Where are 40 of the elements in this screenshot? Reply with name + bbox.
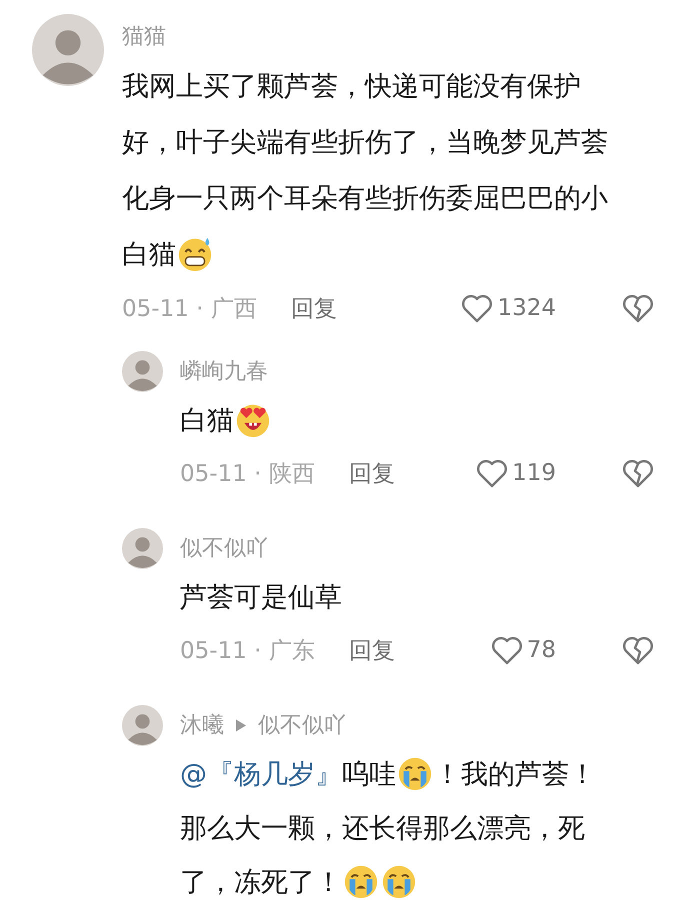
reply-link[interactable]: 回复 xyxy=(348,458,395,488)
comment-text: 那么大一颗，还长得那么漂亮，死 xyxy=(180,812,585,846)
avatar[interactable] xyxy=(122,705,163,746)
comment-text: 呜哇 xyxy=(342,758,396,792)
comment-text: ！我的芦荟！ xyxy=(434,758,596,792)
user-name[interactable]: 似不似吖 xyxy=(180,533,268,563)
avatar[interactable] xyxy=(122,528,163,569)
comment-text: 我网上买了颗芦荟，快递可能没有保护 xyxy=(122,70,581,104)
crying-face-icon xyxy=(380,863,418,901)
broken-heart-icon[interactable] xyxy=(622,458,654,488)
user-name[interactable]: 似不似吖 xyxy=(258,710,346,740)
grin-sweat-icon xyxy=(176,235,214,273)
comment-text: 好，叶子尖端有些折伤了，当晚梦见芦荟 xyxy=(122,126,608,160)
broken-heart-icon[interactable] xyxy=(622,293,654,323)
user-name[interactable]: 嶙峋九春 xyxy=(180,356,268,386)
triangle-icon xyxy=(236,718,246,732)
reply-link[interactable]: 回复 xyxy=(348,634,395,666)
comment-text: 白猫 xyxy=(122,238,176,272)
comment-text: 了，冻死了！ xyxy=(180,866,342,900)
date-location: 05-11 · 广东 xyxy=(180,636,315,666)
user-name[interactable]: 沐曦 xyxy=(180,710,224,740)
like-heart-icon[interactable] xyxy=(461,293,494,323)
reply-link[interactable]: 回复 xyxy=(290,292,337,324)
broken-heart-icon[interactable] xyxy=(622,635,654,665)
like-heart-icon[interactable] xyxy=(490,635,523,665)
like-count: 119 xyxy=(512,460,556,486)
like-count: 1324 xyxy=(497,295,556,321)
comment-text: 白猫 xyxy=(180,404,234,438)
crying-face-icon xyxy=(342,863,380,901)
comment-text: 芦荟可是仙草 xyxy=(180,581,342,615)
avatar[interactable] xyxy=(32,14,104,86)
like-count: 78 xyxy=(526,637,556,663)
like-heart-icon[interactable] xyxy=(476,458,508,488)
user-name[interactable]: 猫猫 xyxy=(122,21,166,51)
mention-link[interactable]: @『杨几岁』 xyxy=(180,756,342,792)
avatar[interactable] xyxy=(122,351,163,392)
date-location: 05-11 · 陕西 xyxy=(180,460,315,488)
date-location: 05-11 · 广西 xyxy=(122,294,257,324)
comment-text: 化身一只两个耳朵有些折伤委屈巴巴的小 xyxy=(122,182,608,216)
crying-face-icon xyxy=(396,755,434,793)
